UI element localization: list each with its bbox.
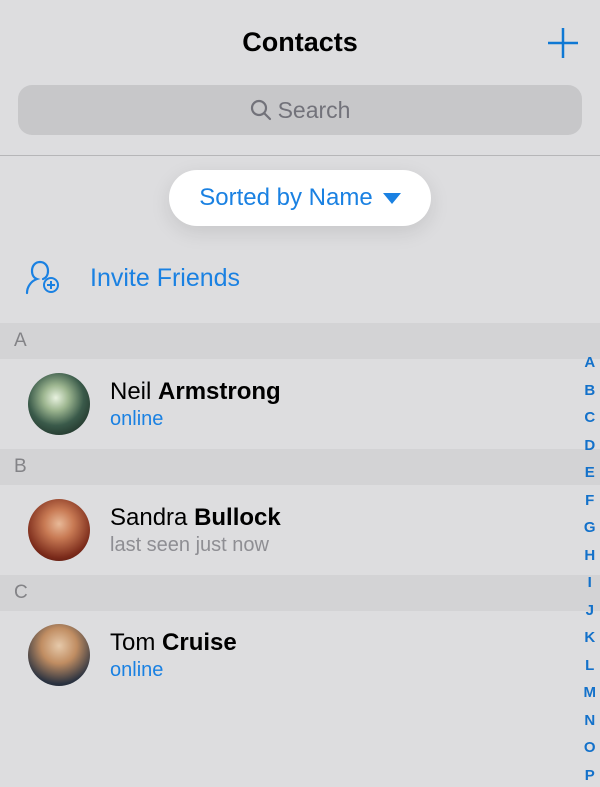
section-header-a: A <box>0 323 600 359</box>
index-letter[interactable]: F <box>585 490 594 513</box>
chevron-down-icon <box>383 193 401 204</box>
contact-last-name: Cruise <box>162 629 237 656</box>
invite-friends-label: Invite Friends <box>90 264 240 293</box>
index-letter[interactable]: N <box>584 710 595 733</box>
contact-status: online <box>110 408 281 431</box>
contact-info: Neil Armstrong online <box>110 378 281 431</box>
contact-row[interactable]: Sandra Bullock last seen just now <box>0 485 600 575</box>
avatar <box>28 373 90 435</box>
add-contact-button[interactable] <box>546 26 580 60</box>
sort-button[interactable]: Sorted by Name <box>169 170 430 226</box>
index-letter[interactable]: A <box>584 352 595 375</box>
index-letter[interactable]: B <box>584 380 595 403</box>
avatar <box>28 499 90 561</box>
alphabet-index[interactable]: ABCDEFGHIJKLMNOP <box>584 352 597 787</box>
section-header-c: C <box>0 575 600 611</box>
contact-first-name: Sandra <box>110 504 187 531</box>
index-letter[interactable]: G <box>584 517 596 540</box>
contact-info: Sandra Bullock last seen just now <box>110 504 281 557</box>
invite-friends-button[interactable]: Invite Friends <box>0 244 600 323</box>
index-letter[interactable]: H <box>584 545 595 568</box>
index-letter[interactable]: L <box>585 655 594 678</box>
person-add-icon <box>22 256 62 301</box>
contact-last-name: Bullock <box>194 504 281 531</box>
contact-name: Sandra Bullock <box>110 504 281 532</box>
contact-first-name: Neil <box>110 378 151 405</box>
contact-name: Neil Armstrong <box>110 378 281 406</box>
contact-last-name: Armstrong <box>158 378 281 405</box>
plus-icon <box>546 26 580 60</box>
sort-label: Sorted by Name <box>199 184 372 212</box>
index-letter[interactable]: M <box>584 682 597 705</box>
index-letter[interactable]: D <box>584 435 595 458</box>
search-icon <box>250 99 272 121</box>
sort-row: Sorted by Name <box>0 156 600 244</box>
header: Contacts <box>0 0 600 85</box>
contact-name: Tom Cruise <box>110 629 237 657</box>
contact-first-name: Tom <box>110 629 155 656</box>
contact-row[interactable]: Tom Cruise online <box>0 611 600 689</box>
search-input[interactable]: Search <box>18 85 582 135</box>
page-title: Contacts <box>242 27 358 58</box>
index-letter[interactable]: O <box>584 737 596 760</box>
index-letter[interactable]: I <box>588 572 592 595</box>
index-letter[interactable]: C <box>584 407 595 430</box>
search-placeholder: Search <box>278 97 351 124</box>
index-letter[interactable]: K <box>584 627 595 650</box>
index-letter[interactable]: J <box>586 600 594 623</box>
contact-status: online <box>110 659 237 682</box>
index-letter[interactable]: E <box>585 462 595 485</box>
index-letter[interactable]: P <box>585 765 595 787</box>
contact-status: last seen just now <box>110 534 281 557</box>
contact-row[interactable]: Neil Armstrong online <box>0 359 600 449</box>
section-header-b: B <box>0 449 600 485</box>
avatar <box>28 624 90 686</box>
contact-info: Tom Cruise online <box>110 629 237 682</box>
